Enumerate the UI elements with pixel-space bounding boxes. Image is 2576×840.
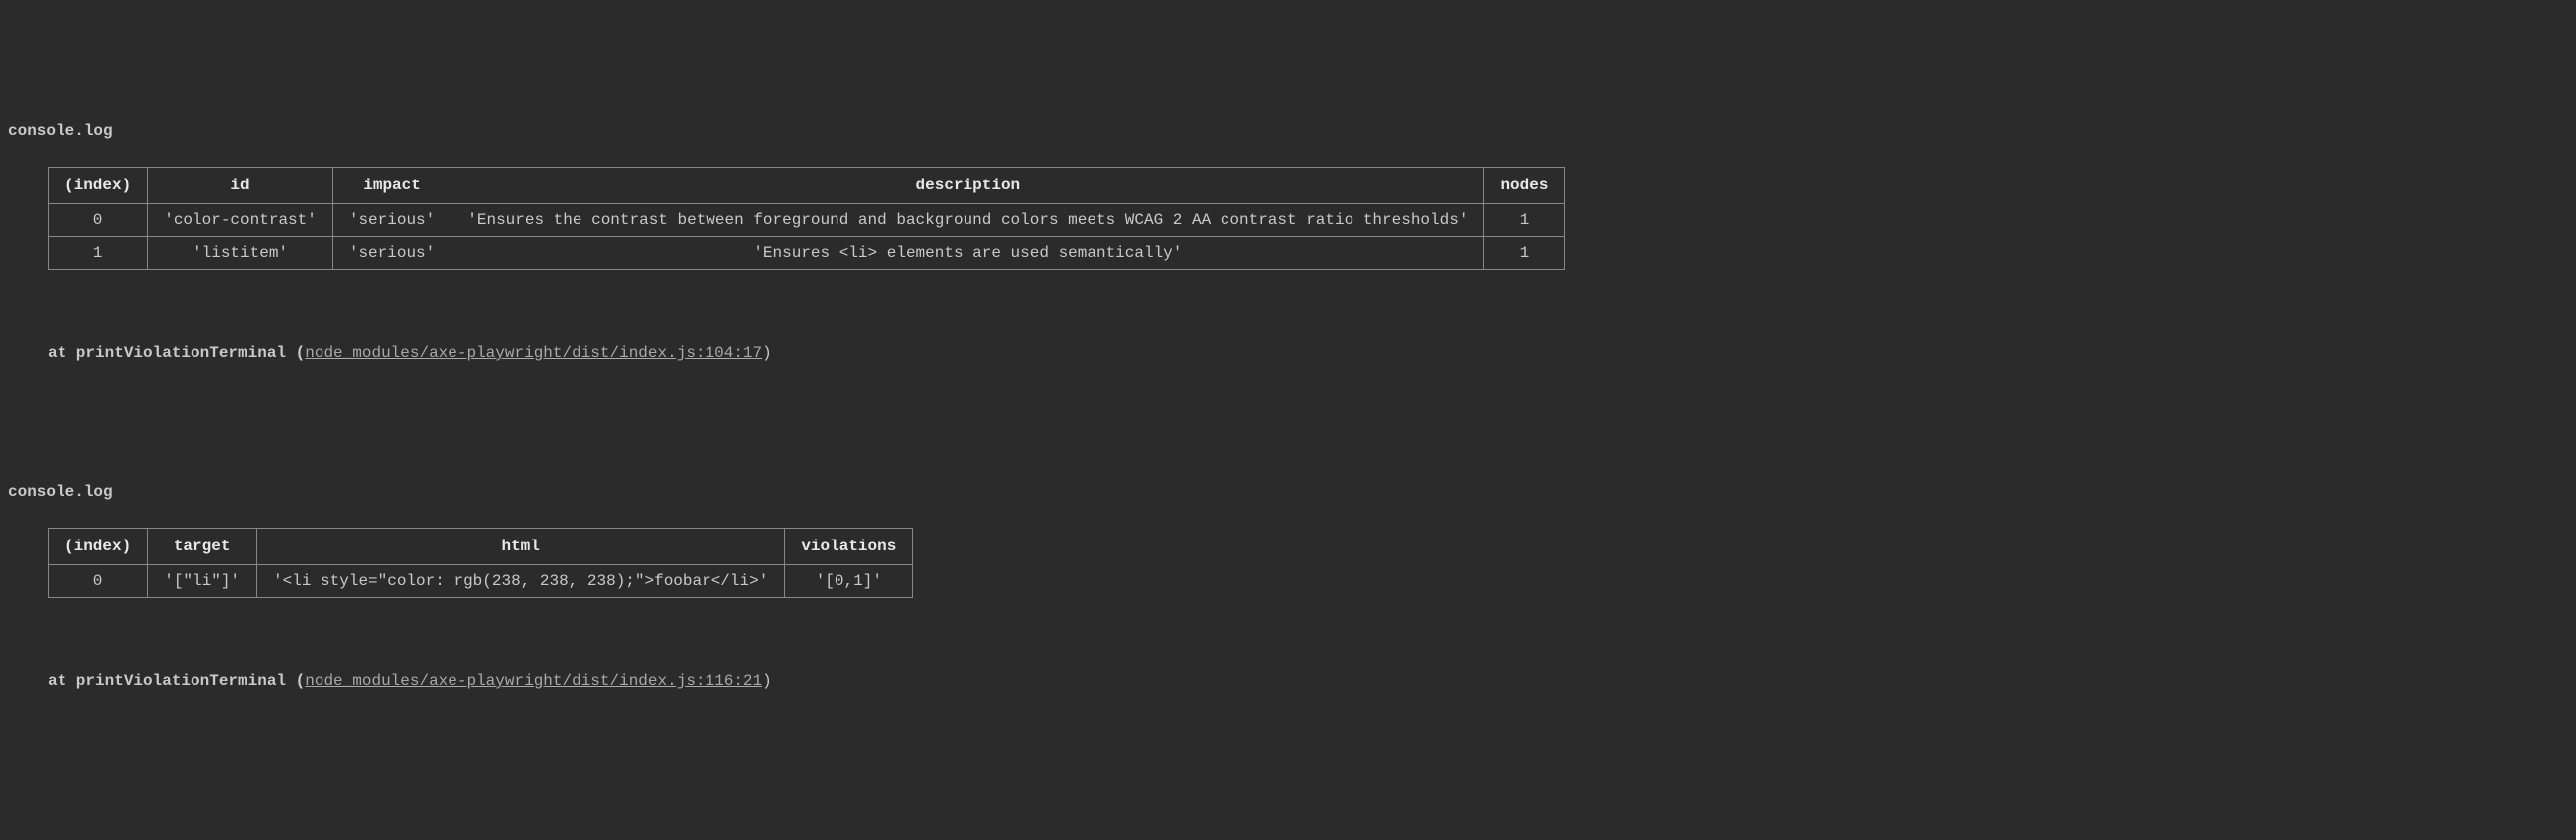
table-header-row: (index) id impact description nodes xyxy=(49,168,1565,204)
source-link[interactable]: node_modules/axe-playwright/dist/index.j… xyxy=(305,344,762,362)
cell-nodes: 1 xyxy=(1484,204,1565,237)
cell-impact: 'serious' xyxy=(332,204,451,237)
log-label: console.log xyxy=(0,480,2576,504)
table-row: 1 'listitem' 'serious' 'Ensures <li> ele… xyxy=(49,237,1565,270)
console-log-block-1: console.log (index) target html violatio… xyxy=(0,456,2576,717)
cell-impact: 'serious' xyxy=(332,237,451,270)
cell-description: 'Ensures the contrast between foreground… xyxy=(451,204,1484,237)
col-html: html xyxy=(257,529,785,565)
col-description: description xyxy=(451,168,1484,204)
col-target: target xyxy=(148,529,257,565)
col-index: (index) xyxy=(49,168,148,204)
col-violations: violations xyxy=(785,529,913,565)
nodes-table: (index) target html violations 0 '["li"]… xyxy=(48,528,913,598)
cell-index: 0 xyxy=(49,204,148,237)
table-header-row: (index) target html violations xyxy=(49,529,913,565)
trace-prefix: at printViolationTerminal ( xyxy=(48,344,305,362)
stack-trace: at printViolationTerminal (node_modules/… xyxy=(0,341,2576,365)
console-log-block-0: console.log (index) id impact descriptio… xyxy=(0,95,2576,389)
cell-html: '<li style="color: rgb(238, 238, 238);">… xyxy=(257,565,785,598)
stack-trace: at printViolationTerminal (node_modules/… xyxy=(0,669,2576,693)
table-row: 0 'color-contrast' 'serious' 'Ensures th… xyxy=(49,204,1565,237)
trace-suffix: ) xyxy=(762,672,772,690)
col-impact: impact xyxy=(332,168,451,204)
table-row: 0 '["li"]' '<li style="color: rgb(238, 2… xyxy=(49,565,913,598)
cell-index: 1 xyxy=(49,237,148,270)
trace-prefix: at printViolationTerminal ( xyxy=(48,672,305,690)
col-index: (index) xyxy=(49,529,148,565)
violations-table: (index) id impact description nodes 0 'c… xyxy=(48,167,1565,270)
spacer xyxy=(0,417,2576,432)
cell-target: '["li"]' xyxy=(148,565,257,598)
cell-nodes: 1 xyxy=(1484,237,1565,270)
log-label: console.log xyxy=(0,119,2576,143)
trace-suffix: ) xyxy=(762,344,772,362)
cell-violations: '[0,1]' xyxy=(785,565,913,598)
col-id: id xyxy=(148,168,333,204)
cell-description: 'Ensures <li> elements are used semantic… xyxy=(451,237,1484,270)
source-link[interactable]: node_modules/axe-playwright/dist/index.j… xyxy=(305,672,762,690)
cell-index: 0 xyxy=(49,565,148,598)
col-nodes: nodes xyxy=(1484,168,1565,204)
spacer xyxy=(0,622,2576,646)
spacer xyxy=(0,294,2576,317)
cell-id: 'color-contrast' xyxy=(148,204,333,237)
cell-id: 'listitem' xyxy=(148,237,333,270)
